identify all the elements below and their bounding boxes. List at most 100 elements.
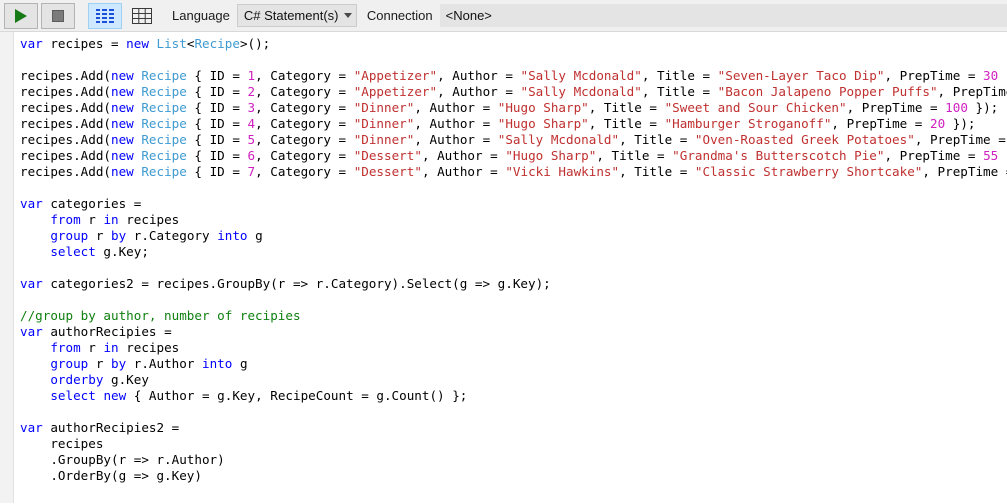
code-line: recipes.Add(new Recipe { ID = 5, Categor… xyxy=(20,132,1007,148)
code-token-pln: r xyxy=(80,212,104,227)
code-token-pln: authorRecipies = xyxy=(42,324,172,339)
run-button[interactable] xyxy=(4,2,38,29)
code-token-pln: , Category = xyxy=(255,164,354,179)
code-token-str: "Hugo Sharp" xyxy=(497,116,589,131)
code-token-kw: new xyxy=(126,36,149,51)
code-token-str: "Hamburger Stroganoff" xyxy=(664,116,832,131)
code-token-pln: { ID = xyxy=(186,100,248,115)
code-token-pln: { Author = g.Key, RecipeCount = g.Count(… xyxy=(126,388,468,403)
code-token-typ: Recipe xyxy=(141,148,187,163)
code-token-pln xyxy=(20,388,50,403)
lines-icon xyxy=(96,8,114,23)
code-token-kw: from xyxy=(50,340,81,355)
code-token-pln: }); xyxy=(967,100,999,115)
code-token-pln: >(); xyxy=(239,36,271,51)
code-token-kw: new xyxy=(111,164,134,179)
code-token-pln: , Title = xyxy=(588,100,665,115)
code-token-pln: , Category = xyxy=(255,148,354,163)
code-line: select g.Key; xyxy=(20,244,1007,260)
code-token-str: "Hugo Sharp" xyxy=(497,100,589,115)
code-token-pln: { ID = xyxy=(186,116,248,131)
code-token-str: "Dessert" xyxy=(353,164,422,179)
code-line: var authorRecipies = xyxy=(20,324,1007,340)
connection-label: Connection xyxy=(366,8,433,23)
code-token-str: "Dinner" xyxy=(353,116,415,131)
code-token-pln: r xyxy=(88,228,112,243)
code-token-pln: , PrepTime = xyxy=(831,116,930,131)
language-select[interactable]: C# Statement(s) xyxy=(236,4,357,27)
code-token-pln: g.Key xyxy=(103,372,149,387)
language-label: Language xyxy=(172,8,230,23)
code-token-kw: by xyxy=(111,356,127,371)
code-token-pln: { ID = xyxy=(186,148,248,163)
code-token-kw: select xyxy=(50,388,96,403)
code-token-str: "Bacon Jalapeno Popper Puffs" xyxy=(717,84,938,99)
code-token-pln: , PrepTime = xyxy=(914,132,1007,147)
results-as-grid-button[interactable] xyxy=(125,3,159,29)
code-token-pln: recipes.Add( xyxy=(20,100,111,115)
code-token-kw: in xyxy=(103,212,119,227)
chevron-down-icon xyxy=(343,13,352,18)
code-token-num: 6 xyxy=(247,148,256,163)
code-token-kw: in xyxy=(103,340,119,355)
code-token-pln: , Author = xyxy=(421,164,506,179)
code-token-str: "Dessert" xyxy=(353,148,422,163)
code-token-pln xyxy=(20,212,50,227)
code-token-kw: group xyxy=(50,228,89,243)
code-token-str: "Sally Mcdonald" xyxy=(520,68,642,83)
code-token-pln: , PrepTime = xyxy=(884,148,984,163)
code-token-pln: recipes xyxy=(118,212,180,227)
code-token-pln: , Title = xyxy=(588,116,665,131)
code-token-typ: Recipe xyxy=(141,116,187,131)
code-token-str: "Sweet and Sour Chicken" xyxy=(664,100,847,115)
code-token-kw: var xyxy=(20,324,43,339)
code-line: recipes.Add(new Recipe { ID = 7, Categor… xyxy=(20,164,1007,180)
code-line: orderby g.Key xyxy=(20,372,1007,388)
code-content[interactable]: var recipes = new List<Recipe>(); recipe… xyxy=(14,32,1007,503)
code-token-pln: , Category = xyxy=(255,100,354,115)
stop-button[interactable] xyxy=(41,2,75,29)
code-line: recipes.Add(new Recipe { ID = 6, Categor… xyxy=(20,148,1007,164)
code-token-pln: r.Author xyxy=(126,356,203,371)
code-token-pln: recipes.Add( xyxy=(20,132,111,147)
code-token-pln: , Title = xyxy=(619,132,695,147)
code-token-kw: new xyxy=(103,388,127,403)
code-token-pln: , Category = xyxy=(255,132,354,147)
code-token-pln: , Category = xyxy=(255,116,354,131)
code-token-pln: categories2 = recipes.GroupBy(r => r.Cat… xyxy=(42,276,551,291)
code-token-typ: Recipe xyxy=(141,100,187,115)
code-token-pln: , Title = xyxy=(641,68,718,83)
code-token-pln: , PrepTime = xyxy=(884,68,984,83)
code-token-num: 2 xyxy=(247,84,256,99)
code-editor[interactable]: var recipes = new List<Recipe>(); recipe… xyxy=(0,32,1007,503)
code-token-pln: , Title = xyxy=(596,148,673,163)
editor-gutter xyxy=(0,32,14,503)
language-select-value: C# Statement(s) xyxy=(243,8,339,23)
code-token-pln: , Author = xyxy=(437,68,521,83)
code-token-num: 1 xyxy=(247,68,256,83)
code-line: .OrderBy(g => g.Key) xyxy=(20,468,1007,484)
code-line: select new { Author = g.Key, RecipeCount… xyxy=(20,388,1007,404)
code-line: .GroupBy(r => r.Author) xyxy=(20,452,1007,468)
code-token-str: "Vicki Hawkins" xyxy=(505,164,620,179)
code-token-pln xyxy=(149,36,157,51)
code-token-pln: , Author = xyxy=(437,84,521,99)
code-token-str: "Sally Mcdonald" xyxy=(520,84,642,99)
code-token-pln: recipes.Add( xyxy=(20,148,111,163)
grid-icon xyxy=(132,7,152,24)
code-line: var recipes = new List<Recipe>(); xyxy=(20,36,1007,52)
code-line: recipes.Add(new Recipe { ID = 3, Categor… xyxy=(20,100,1007,116)
connection-field[interactable]: <None> xyxy=(439,4,1007,27)
code-token-typ: List xyxy=(156,36,187,51)
results-as-lines-button[interactable] xyxy=(88,2,122,29)
code-token-num: 100 xyxy=(945,100,968,115)
code-token-str: "Hugo Sharp" xyxy=(505,148,597,163)
code-token-pln: recipes.Add( xyxy=(20,116,111,131)
code-token-typ: Recipe xyxy=(141,164,187,179)
code-token-kw: from xyxy=(50,212,81,227)
code-token-pln xyxy=(20,228,50,243)
code-token-pln: .OrderBy(g => g.Key) xyxy=(20,468,202,483)
code-token-pln: , Author = xyxy=(421,148,506,163)
